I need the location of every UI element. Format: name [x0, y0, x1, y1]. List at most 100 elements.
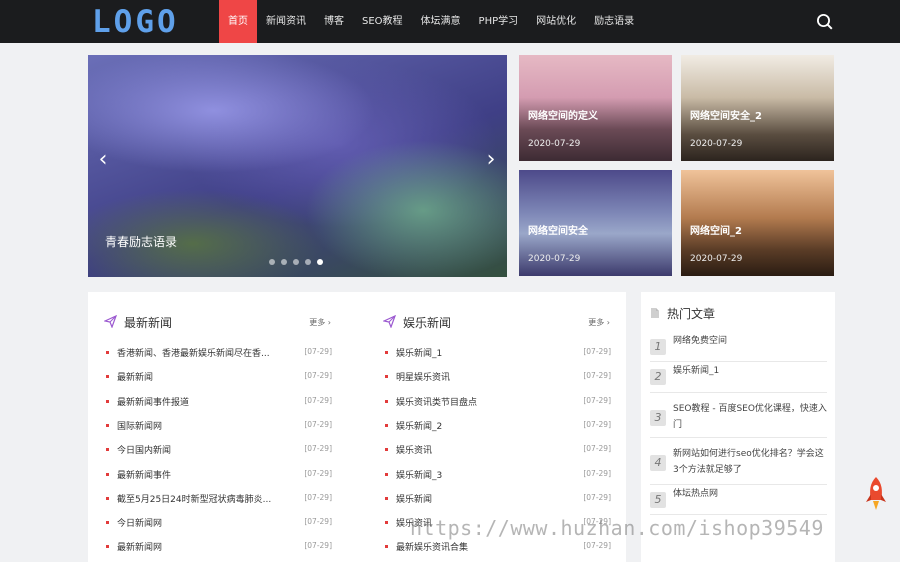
nav-item[interactable]: 网站优化: [527, 0, 585, 43]
news-item-title[interactable]: 最新新闻事件: [117, 468, 287, 481]
news-item-date: [07-29]: [583, 492, 611, 502]
news-list-item[interactable]: 最新娱乐资讯合集 [07-29]: [383, 540, 611, 554]
rocket-icon[interactable]: [864, 476, 888, 512]
site-logo[interactable]: LOGO: [92, 3, 179, 41]
news-list-item[interactable]: 娱乐资讯类节目盘点 [07-29]: [383, 395, 611, 409]
bullet-marker: [385, 472, 388, 476]
featured-tile[interactable]: 网络空间安全 2020-07-29: [519, 170, 672, 276]
news-item-title[interactable]: 娱乐资讯: [396, 443, 566, 456]
news-item-title[interactable]: 最新新闻网: [117, 540, 287, 553]
rank-badge: 1: [650, 339, 666, 355]
bullet-marker: [385, 448, 388, 452]
news-list-item[interactable]: 今日国内新闻 [07-29]: [104, 443, 332, 457]
news-list-item[interactable]: 最新新闻 [07-29]: [104, 370, 332, 384]
news-list-item[interactable]: 娱乐新闻_1 [07-29]: [383, 346, 611, 360]
tile-title[interactable]: 网络空间安全: [528, 222, 588, 237]
tile-title[interactable]: 网络空间的定义: [528, 107, 598, 122]
news-item-title[interactable]: 今日国内新闻: [117, 443, 287, 456]
news-item-title[interactable]: 娱乐新闻_1: [396, 346, 566, 359]
tile-title[interactable]: 网络空间_2: [690, 222, 742, 237]
slider-next-arrow[interactable]: ›: [482, 148, 500, 172]
news-item-title[interactable]: 最新新闻事件报道: [117, 395, 287, 408]
news-item-date: [07-29]: [583, 468, 611, 478]
news-item-date: [07-29]: [304, 395, 332, 405]
news-list-item[interactable]: 国际新闻网 [07-29]: [104, 419, 332, 433]
news-list-item[interactable]: 最新新闻事件 [07-29]: [104, 468, 332, 482]
news-list-item[interactable]: 最新新闻事件报道 [07-29]: [104, 395, 332, 409]
news-item-title[interactable]: 最新新闻: [117, 370, 287, 383]
hot-article-title[interactable]: 新网站如何进行seo优化排名？学会这3个方法就足够了: [673, 446, 827, 478]
entertainment-news-more-link[interactable]: 更多 ›: [588, 317, 610, 328]
nav-item[interactable]: 励志语录: [585, 0, 643, 43]
news-item-title[interactable]: 娱乐新闻_2: [396, 419, 566, 432]
hot-article-title[interactable]: 体坛热点网: [673, 486, 827, 502]
bullet-marker: [385, 545, 388, 549]
rank-badge: 3: [650, 410, 666, 426]
news-item-title[interactable]: 今日新闻网: [117, 516, 287, 529]
bullet-marker: [106, 375, 109, 379]
news-list-item[interactable]: 娱乐资讯 [07-29]: [383, 443, 611, 457]
news-list-item[interactable]: 娱乐新闻 [07-29]: [383, 492, 611, 506]
news-item-title[interactable]: 娱乐资讯类节目盘点: [396, 395, 566, 408]
slider-dot[interactable]: [269, 259, 275, 265]
bullet-marker: [106, 521, 109, 525]
news-list-item[interactable]: 最新新闻网 [07-29]: [104, 540, 332, 554]
featured-tile[interactable]: 网络空间_2 2020-07-29: [681, 170, 834, 276]
featured-tile[interactable]: 网络空间的定义 2020-07-29: [519, 55, 672, 161]
bullet-marker: [106, 399, 109, 403]
bullet-marker: [106, 351, 109, 354]
news-item-date: [07-29]: [304, 492, 332, 502]
hot-article-item[interactable]: 1 网络免费空间: [650, 332, 827, 362]
news-item-title[interactable]: 截至5月25日24时新型冠状病毒肺炎...: [117, 492, 287, 505]
latest-news-more-link[interactable]: 更多 ›: [309, 317, 331, 328]
slider-dot[interactable]: [317, 259, 323, 265]
news-item-title[interactable]: 最新娱乐资讯合集: [396, 540, 566, 553]
news-list-item[interactable]: 娱乐新闻_3 [07-29]: [383, 468, 611, 482]
slider-dot[interactable]: [293, 259, 299, 265]
news-list-item[interactable]: 明星娱乐资讯 [07-29]: [383, 370, 611, 384]
slider-dot[interactable]: [281, 259, 287, 265]
news-item-date: [07-29]: [304, 541, 332, 551]
news-item-title[interactable]: 明星娱乐资讯: [396, 370, 566, 383]
news-item-title[interactable]: 娱乐新闻_3: [396, 468, 566, 481]
hot-article-item[interactable]: 5 体坛热点网: [650, 485, 827, 515]
nav-item[interactable]: SEO教程: [353, 0, 412, 43]
hot-article-title[interactable]: 娱乐新闻_1: [673, 363, 827, 379]
news-item-date: [07-29]: [304, 371, 332, 381]
hot-article-title[interactable]: SEO教程 - 百度SEO优化课程，快速入门: [673, 401, 827, 433]
news-list-item[interactable]: 香港新闻、香港最新娱乐新闻尽在香... [07-29]: [104, 346, 332, 360]
bullet-marker: [385, 521, 388, 525]
rank-badge: 4: [650, 455, 666, 471]
bullet-marker: [385, 399, 388, 403]
hot-article-item[interactable]: 3 SEO教程 - 百度SEO优化课程，快速入门: [650, 393, 827, 438]
nav-item[interactable]: 体坛满意: [412, 0, 470, 43]
bullet-marker: [385, 351, 388, 354]
bullet-marker: [106, 545, 109, 549]
tile-date: 2020-07-29: [690, 139, 743, 149]
hot-article-item[interactable]: 4 新网站如何进行seo优化排名？学会这3个方法就足够了: [650, 438, 827, 485]
news-item-date: [07-29]: [583, 419, 611, 429]
slider-dot[interactable]: [305, 259, 311, 265]
hot-article-item[interactable]: 2 娱乐新闻_1: [650, 362, 827, 393]
news-item-date: [07-29]: [304, 419, 332, 429]
nav-item[interactable]: 博客: [315, 0, 353, 43]
news-item-date: [07-29]: [583, 347, 611, 356]
nav-item[interactable]: 首页: [219, 0, 257, 43]
hero-caption[interactable]: 青春励志语录: [105, 233, 177, 250]
news-item-title[interactable]: 国际新闻网: [117, 419, 287, 432]
news-list-item[interactable]: 娱乐新闻_2 [07-29]: [383, 419, 611, 433]
bullet-marker: [385, 496, 388, 500]
slider-prev-arrow[interactable]: ‹: [94, 148, 112, 172]
news-list-item[interactable]: 截至5月25日24时新型冠状病毒肺炎... [07-29]: [104, 492, 332, 506]
featured-tile[interactable]: 网络空间安全_2 2020-07-29: [681, 55, 834, 161]
hero-slider[interactable]: ‹ › 青春励志语录: [88, 55, 507, 277]
nav-item[interactable]: 新闻资讯: [257, 0, 315, 43]
news-item-title[interactable]: 娱乐新闻: [396, 492, 566, 505]
tile-title[interactable]: 网络空间安全_2: [690, 107, 762, 122]
news-list-item[interactable]: 今日新闻网 [07-29]: [104, 516, 332, 530]
search-icon[interactable]: [816, 13, 833, 30]
hot-articles-title: 热门文章: [667, 307, 716, 321]
news-item-title[interactable]: 香港新闻、香港最新娱乐新闻尽在香...: [117, 346, 287, 359]
hot-article-title[interactable]: 网络免费空间: [673, 333, 827, 349]
nav-item[interactable]: PHP学习: [470, 0, 528, 43]
